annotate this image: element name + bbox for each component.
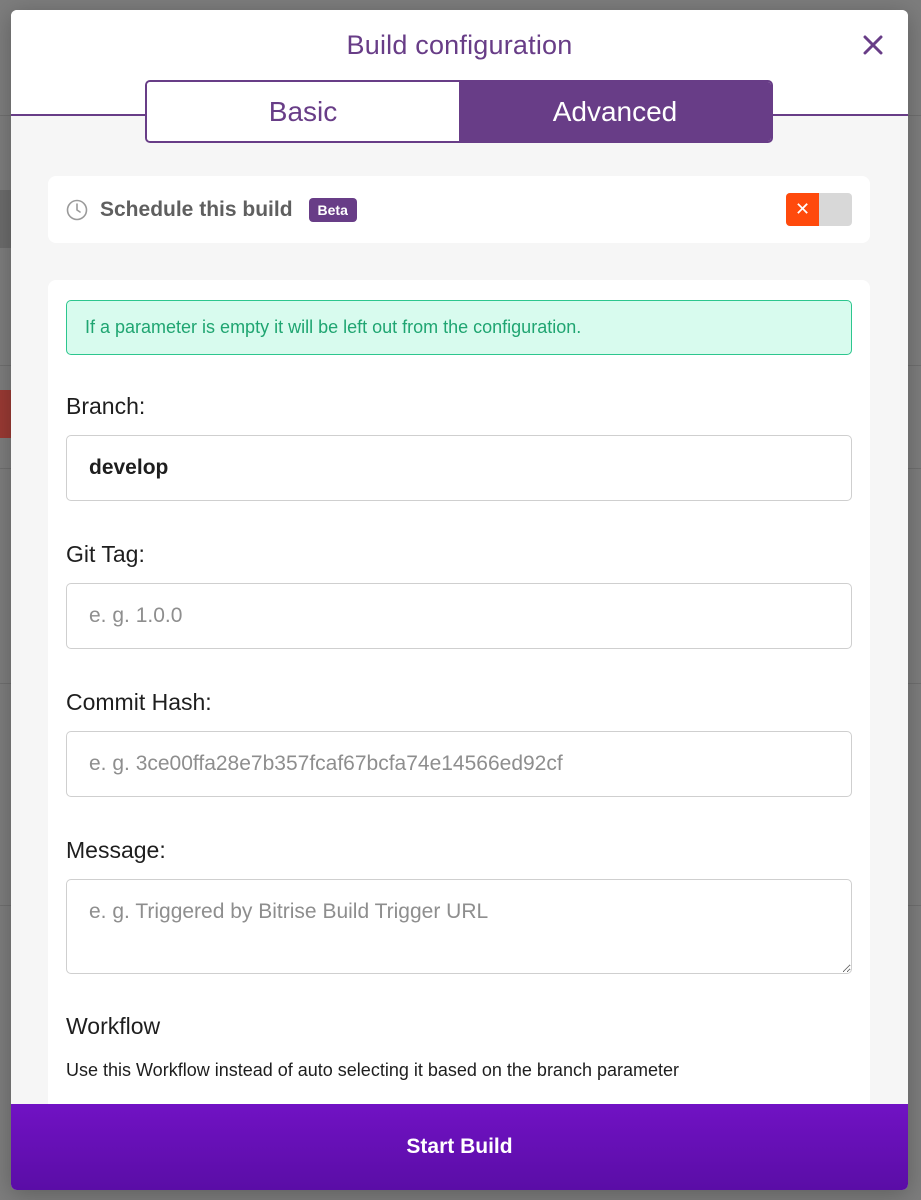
schedule-toggle[interactable]: ✕ [786,193,852,226]
schedule-card: Schedule this build Beta ✕ [48,176,870,243]
info-notice: If a parameter is empty it will be left … [66,300,852,355]
tab-advanced[interactable]: Advanced [459,82,771,141]
close-icon [863,35,883,55]
mode-tabs: Basic Advanced [145,80,773,143]
start-build-button[interactable]: Start Build [11,1104,908,1190]
schedule-label: Schedule this build [100,197,293,221]
commit-hash-label: Commit Hash: [66,689,212,715]
message-textarea[interactable] [66,879,852,974]
advanced-form: If a parameter is empty it will be left … [48,280,870,1180]
workflow-helper-text: Use this Workflow instead of auto select… [66,1060,680,1080]
close-button[interactable] [860,32,886,58]
git-tag-input[interactable] [66,583,852,649]
git-tag-label: Git Tag: [66,541,145,567]
x-icon: ✕ [786,193,819,226]
clock-icon [66,199,88,220]
build-configuration-modal: Build configuration Basic Advanced Sched… [11,10,908,1190]
modal-title: Build configuration [346,30,573,60]
info-notice-text: If a parameter is empty it will be left … [85,317,582,337]
message-label: Message: [66,837,166,863]
beta-badge: Beta [308,197,357,222]
branch-input[interactable] [66,435,852,501]
commit-hash-input[interactable] [66,731,852,797]
tab-basic[interactable]: Basic [147,82,459,141]
branch-label: Branch: [66,393,146,419]
workflow-label: Workflow [66,1013,161,1039]
